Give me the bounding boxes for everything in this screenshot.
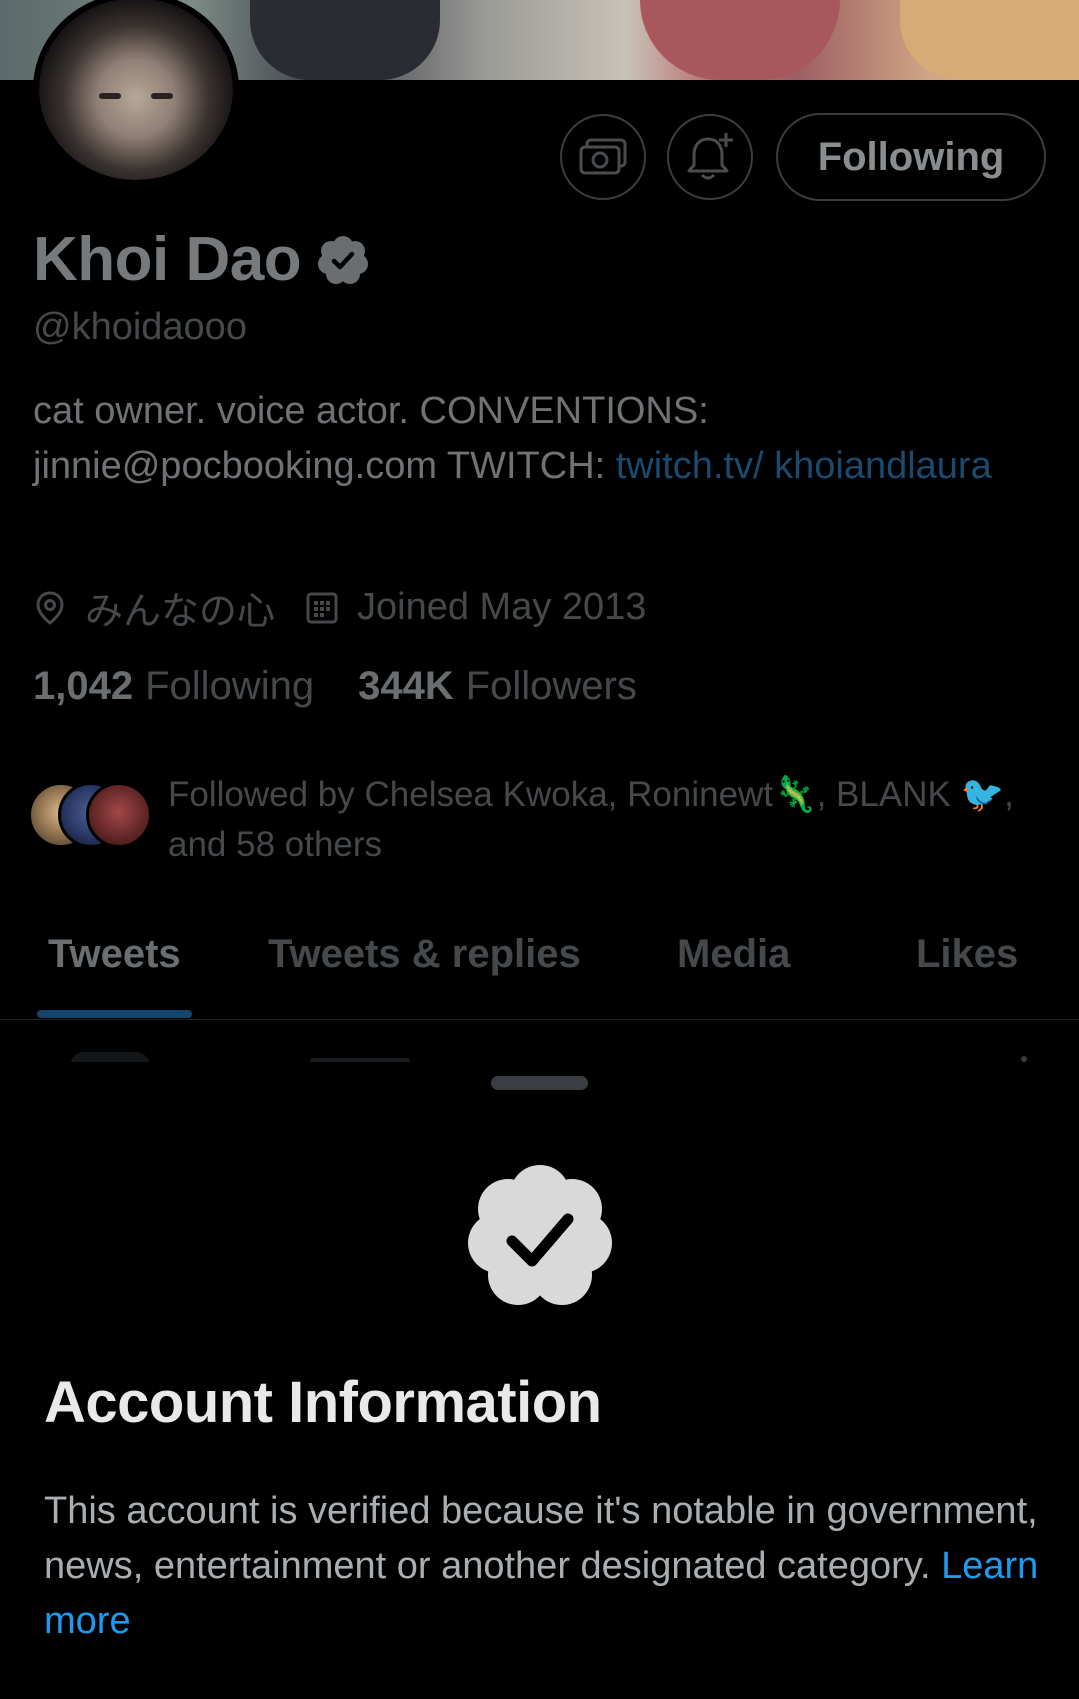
bio-text: cat owner. voice actor. CONVENTIONS: jin… — [33, 390, 709, 487]
banner-art — [250, 0, 440, 80]
location-item: みんなの心 — [33, 580, 275, 635]
bio-link[interactable]: twitch.tv/ khoiandlaura — [616, 445, 992, 487]
tab-likes[interactable]: Likes — [916, 932, 1018, 977]
banner-art — [900, 0, 1079, 80]
active-tab-indicator — [37, 1010, 192, 1018]
following-stat[interactable]: 1,042 Following — [33, 664, 314, 709]
avatar — [86, 782, 152, 848]
bell-plus-icon — [687, 133, 733, 180]
tab-media[interactable]: Media — [677, 932, 790, 977]
display-name: Khoi Dao — [33, 225, 302, 294]
following-label: Following — [145, 664, 315, 708]
tab-tweets-replies[interactable]: Tweets & replies — [268, 932, 581, 977]
follower-avatars — [28, 782, 156, 852]
sheet-title: Account Information — [44, 1370, 602, 1435]
followers-count: 344K — [358, 664, 454, 708]
following-button[interactable]: Following — [776, 113, 1046, 201]
sheet-body-text: This account is verified because it's no… — [44, 1490, 1038, 1587]
location-text: みんなの心 — [85, 591, 276, 633]
followers-stat[interactable]: 344K Followers — [358, 664, 637, 709]
profile-tabs: Tweets Tweets & replies Media Likes — [0, 920, 1079, 1020]
profile-bio: cat owner. voice actor. CONVENTIONS: jin… — [33, 384, 1043, 494]
calendar-icon — [306, 592, 338, 623]
verified-badge-icon — [468, 1165, 612, 1305]
joined-text: Joined May 2013 — [357, 586, 647, 628]
location-pin-icon — [36, 590, 64, 625]
follow-stats: 1,042 Following 344K Followers — [33, 664, 681, 709]
sheet-grabber[interactable] — [491, 1076, 588, 1090]
joined-item: Joined May 2013 — [305, 586, 646, 629]
following-count: 1,042 — [33, 664, 134, 708]
sheet-body: This account is verified because it's no… — [44, 1484, 1044, 1649]
followers-label: Followers — [465, 664, 637, 708]
tip-button[interactable] — [560, 114, 646, 200]
profile-handle: @khoidaooo — [33, 306, 247, 348]
profile-screen: Following Khoi Dao @khoidaooo cat owner.… — [0, 0, 1079, 1699]
account-info-sheet: Account Information This account is veri… — [0, 1062, 1079, 1699]
tab-tweets[interactable]: Tweets — [48, 932, 181, 977]
followed-by-text: Followed by Chelsea Kwoka, Roninewt🦎, BL… — [168, 775, 1014, 864]
verified-badge-icon[interactable] — [317, 234, 369, 286]
money-icon — [579, 138, 627, 175]
profile-meta: みんなの心 Joined May 2013 — [33, 580, 676, 635]
avatar[interactable] — [33, 0, 239, 186]
followed-by[interactable]: Followed by Chelsea Kwoka, Roninewt🦎, BL… — [28, 770, 1058, 870]
banner-art — [640, 0, 840, 80]
notifications-button[interactable] — [667, 114, 753, 200]
avatar-image — [39, 0, 233, 180]
name-row: Khoi Dao — [33, 224, 369, 295]
